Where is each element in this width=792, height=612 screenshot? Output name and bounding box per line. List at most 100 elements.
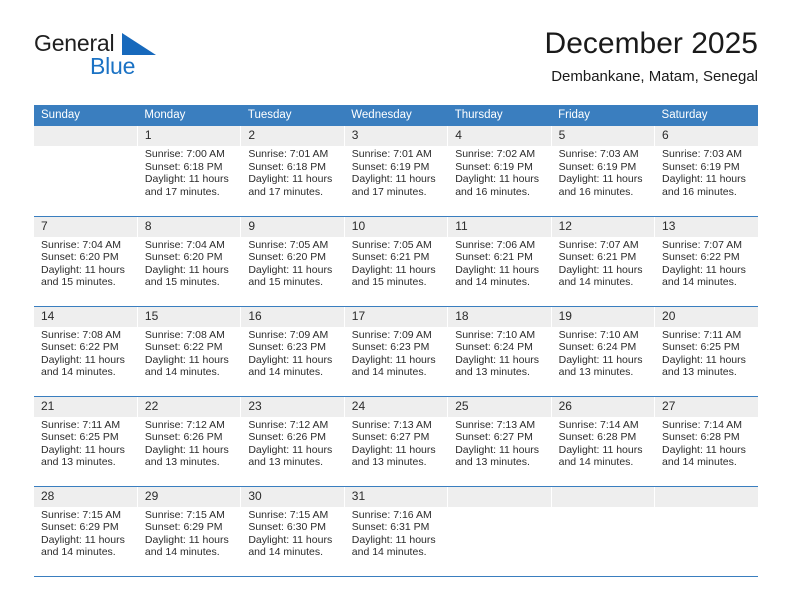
day-events: Sunrise: 7:04 AM Sunset: 6:20 PM Daylight:… <box>138 237 240 289</box>
day-number: 27 <box>655 396 758 417</box>
calendar-day-cell[interactable]: 7 Sunrise: 7:04 AM Sunset: 6:20 PM Daylight… <box>34 216 138 307</box>
calendar-day-cell[interactable]: 14 Sunrise: 7:08 AM Sunset: 6:22 PM Dayligh… <box>34 306 138 397</box>
day-events: Sunrise: 7:01 AM Sunset: 6:19 PM Daylight:… <box>345 146 447 198</box>
daylight-duration-line2: and 14 minutes. <box>662 456 737 469</box>
sunset-time: Sunset: 6:30 PM <box>248 521 326 534</box>
calendar-day-cell[interactable]: 24 Sunrise: 7:13 AM Sunset: 6:27 PM Dayligh… <box>344 396 449 487</box>
sunset-time: Sunset: 6:26 PM <box>248 431 326 444</box>
calendar-day-cell[interactable]: 13 Sunrise: 7:07 AM Sunset: 6:22 PM Dayligh… <box>654 216 758 307</box>
calendar-day-cell[interactable]: 17 Sunrise: 7:09 AM Sunset: 6:23 PM Dayligh… <box>344 306 449 397</box>
calendar-day-cell[interactable]: 26 Sunrise: 7:14 AM Sunset: 6:28 PM Dayligh… <box>551 396 656 487</box>
sunset-time: Sunset: 6:19 PM <box>351 160 430 173</box>
day-cell-inner: 11 Sunrise: 7:06 AM Sunset: 6:21 PM Dayligh… <box>448 216 551 306</box>
day-number <box>448 486 551 507</box>
calendar-day-cell[interactable]: 4 Sunrise: 7:02 AM Sunset: 6:19 PM Daylight… <box>447 126 552 217</box>
calendar-day-cell[interactable]: 15 Sunrise: 7:08 AM Sunset: 6:22 PM Dayligh… <box>137 306 242 397</box>
sunrise-time: Sunrise: 7:03 AM <box>558 148 639 160</box>
calendar-day-cell[interactable]: 9 Sunrise: 7:05 AM Sunset: 6:20 PM Daylight… <box>240 216 345 307</box>
calendar-day-cell[interactable]: 6 Sunrise: 7:03 AM Sunset: 6:19 PM Daylight… <box>654 126 758 217</box>
calendar-day-cell[interactable]: 5 Sunrise: 7:03 AM Sunset: 6:19 PM Daylight… <box>551 126 656 217</box>
day-cell-inner <box>551 486 655 576</box>
day-number: 9 <box>241 216 344 237</box>
sunset-time: Sunset: 6:23 PM <box>351 341 430 354</box>
day-events: Sunrise: 7:11 AM Sunset: 6:25 PM Daylight:… <box>655 327 758 379</box>
daylight-duration-line1: Daylight: 11 hours <box>351 263 436 276</box>
calendar-day-cell[interactable]: 28 Sunrise: 7:15 AM Sunset: 6:29 PM Dayligh… <box>34 486 138 577</box>
calendar-day-cell[interactable]: 11 Sunrise: 7:06 AM Sunset: 6:21 PM Dayligh… <box>447 216 552 307</box>
calendar-day-cell[interactable]: 25 Sunrise: 7:13 AM Sunset: 6:27 PM Dayligh… <box>447 396 552 487</box>
daylight-duration-line2: and 14 minutes. <box>248 546 324 559</box>
month-calendar: Sunday Monday Tuesday Wednesday Thursday Frid… <box>34 105 758 577</box>
day-cell-inner: 9 Sunrise: 7:05 AM Sunset: 6:20 PM Daylight… <box>241 216 344 306</box>
sunset-time: Sunset: 6:19 PM <box>455 160 533 173</box>
calendar-day-cell[interactable]: 2 Sunrise: 7:01 AM Sunset: 6:18 PM Daylight… <box>240 126 345 217</box>
sunrise-time: Sunrise: 7:08 AM <box>144 328 225 341</box>
day-cell-inner: 19 Sunrise: 7:10 AM Sunset: 6:24 PM Dayligh… <box>551 306 655 396</box>
day-number: 23 <box>241 396 344 417</box>
daylight-duration-line2: and 13 minutes. <box>144 456 220 469</box>
calendar-day-cell[interactable]: 12 Sunrise: 7:07 AM Sunset: 6:21 PM Dayligh… <box>551 216 656 307</box>
weekday-header-friday: Friday <box>551 105 655 126</box>
daylight-duration-line1: Daylight: 11 hours <box>662 353 746 366</box>
sunrise-time: Sunrise: 7:01 AM <box>351 148 432 160</box>
day-cell-inner: 30 Sunrise: 7:15 AM Sunset: 6:30 PM Dayligh… <box>241 486 344 576</box>
calendar-day-cell[interactable]: 22 Sunrise: 7:12 AM Sunset: 6:26 PM Dayligh… <box>137 396 242 487</box>
daylight-duration-line1: Daylight: 11 hours <box>351 353 436 366</box>
day-events: Sunrise: 7:13 AM Sunset: 6:27 PM Daylight:… <box>448 417 550 469</box>
daylight-duration-line1: Daylight: 11 hours <box>41 353 125 366</box>
sunset-time: Sunset: 6:28 PM <box>558 431 637 444</box>
calendar-body: 1 Sunrise: 7:00 AM Sunset: 6:18 PM Daylight… <box>34 126 758 577</box>
calendar-day-cell[interactable]: 10 Sunrise: 7:05 AM Sunset: 6:21 PM Dayligh… <box>344 216 449 307</box>
general-blue-logo[interactable]: General Blue <box>34 30 214 88</box>
day-number: 6 <box>655 126 758 146</box>
day-cell-inner: 29 Sunrise: 7:15 AM Sunset: 6:29 PM Dayligh… <box>137 486 241 576</box>
day-events: Sunrise: 7:05 AM Sunset: 6:21 PM Daylight:… <box>345 237 447 289</box>
calendar-day-cell[interactable]: 16 Sunrise: 7:09 AM Sunset: 6:23 PM Dayligh… <box>240 306 345 397</box>
day-events: Sunrise: 7:08 AM Sunset: 6:22 PM Daylight:… <box>34 327 137 379</box>
calendar-day-cell[interactable]: 1 Sunrise: 7:00 AM Sunset: 6:18 PM Daylight… <box>137 126 242 217</box>
calendar-day-cell[interactable]: 30 Sunrise: 7:15 AM Sunset: 6:30 PM Dayligh… <box>240 486 345 577</box>
daylight-duration-line2: and 14 minutes. <box>351 366 427 379</box>
day-cell-inner: 26 Sunrise: 7:14 AM Sunset: 6:28 PM Dayligh… <box>551 396 655 486</box>
sunrise-time: Sunrise: 7:03 AM <box>662 148 742 160</box>
calendar-day-cell[interactable]: 20 Sunrise: 7:11 AM Sunset: 6:25 PM Dayligh… <box>654 306 758 397</box>
calendar-day-cell[interactable]: 18 Sunrise: 7:10 AM Sunset: 6:24 PM Dayligh… <box>447 306 552 397</box>
day-number: 18 <box>448 306 551 327</box>
calendar-day-cell[interactable]: 3 Sunrise: 7:01 AM Sunset: 6:19 PM Daylight… <box>344 126 449 217</box>
calendar-week-row: 14 Sunrise: 7:08 AM Sunset: 6:22 PM Dayligh… <box>34 306 758 397</box>
sunrise-time: Sunrise: 7:05 AM <box>248 238 329 251</box>
calendar-day-cell[interactable]: 31 Sunrise: 7:16 AM Sunset: 6:31 PM Dayligh… <box>344 486 449 577</box>
day-number: 3 <box>344 126 448 146</box>
calendar-page: General Blue December 2025 Dembankane, M… <box>0 0 792 612</box>
calendar-day-cell[interactable]: 29 Sunrise: 7:15 AM Sunset: 6:29 PM Dayligh… <box>137 486 242 577</box>
daylight-duration-line1: Daylight: 11 hours <box>351 533 436 546</box>
calendar-day-cell[interactable]: 27 Sunrise: 7:14 AM Sunset: 6:28 PM Dayligh… <box>654 396 758 487</box>
day-cell-inner: 6 Sunrise: 7:03 AM Sunset: 6:19 PM Daylight… <box>655 126 758 215</box>
sunrise-time: Sunrise: 7:15 AM <box>248 508 329 521</box>
day-number: 4 <box>448 126 551 146</box>
sunset-time: Sunset: 6:24 PM <box>455 341 533 354</box>
daylight-duration-line2: and 15 minutes. <box>41 276 116 289</box>
sunset-time: Sunset: 6:25 PM <box>662 341 740 354</box>
daylight-duration-line1: Daylight: 11 hours <box>351 173 436 186</box>
sunrise-time: Sunrise: 7:16 AM <box>351 508 432 521</box>
logo-text-blue: Blue <box>90 53 136 79</box>
sunset-time: Sunset: 6:21 PM <box>558 251 637 264</box>
daylight-duration-line1: Daylight: 11 hours <box>351 443 436 456</box>
calendar-day-cell[interactable]: 23 Sunrise: 7:12 AM Sunset: 6:26 PM Dayligh… <box>240 396 345 487</box>
day-number: 29 <box>137 486 241 507</box>
day-events: Sunrise: 7:10 AM Sunset: 6:24 PM Daylight:… <box>552 327 654 379</box>
calendar-day-cell[interactable]: 8 Sunrise: 7:04 AM Sunset: 6:20 PM Daylight… <box>137 216 242 307</box>
day-cell-inner: 27 Sunrise: 7:14 AM Sunset: 6:28 PM Dayligh… <box>655 396 758 486</box>
day-cell-inner: 17 Sunrise: 7:09 AM Sunset: 6:23 PM Dayligh… <box>344 306 448 396</box>
day-events: Sunrise: 7:05 AM Sunset: 6:20 PM Daylight:… <box>241 237 343 289</box>
sunrise-time: Sunrise: 7:04 AM <box>144 238 225 251</box>
weekday-header-thursday: Thursday <box>447 105 552 126</box>
daylight-duration-line1: Daylight: 11 hours <box>41 533 125 546</box>
calendar-day-cell[interactable]: 21 Sunrise: 7:11 AM Sunset: 6:25 PM Dayligh… <box>34 396 138 487</box>
daylight-duration-line2: and 15 minutes. <box>351 276 427 289</box>
daylight-duration-line1: Daylight: 11 hours <box>455 443 540 456</box>
calendar-day-cell[interactable]: 19 Sunrise: 7:10 AM Sunset: 6:24 PM Dayligh… <box>551 306 656 397</box>
sunrise-time: Sunrise: 7:12 AM <box>248 418 329 431</box>
day-events: Sunrise: 7:14 AM Sunset: 6:28 PM Daylight:… <box>655 417 758 469</box>
